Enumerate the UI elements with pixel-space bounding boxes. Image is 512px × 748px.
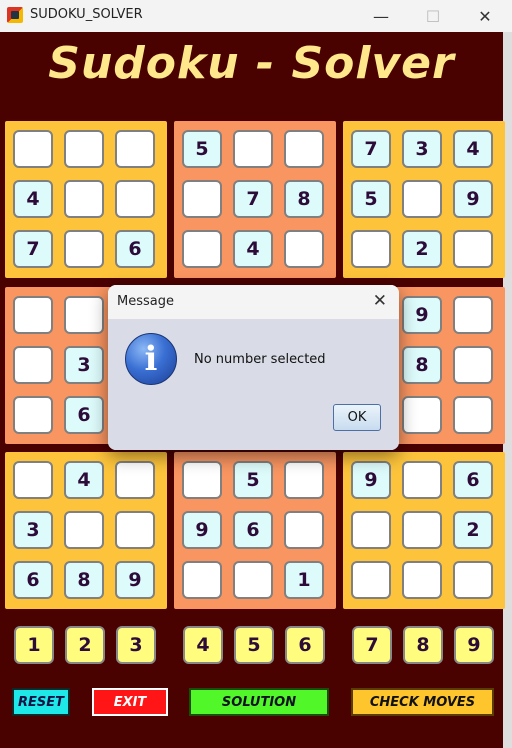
- dialog-title: Message: [117, 294, 174, 309]
- ok-button[interactable]: OK: [333, 404, 381, 431]
- dialog-close-icon[interactable]: ✕: [373, 291, 387, 311]
- dialog-titlebar: Message ✕: [108, 285, 399, 319]
- info-icon: i: [125, 333, 177, 385]
- dialog-body: i No number selected OK: [108, 319, 399, 450]
- message-dialog: Message ✕ i No number selected OK: [108, 285, 399, 450]
- dialog-message: No number selected: [194, 352, 326, 367]
- dialog-overlay: Message ✕ i No number selected OK: [0, 0, 512, 748]
